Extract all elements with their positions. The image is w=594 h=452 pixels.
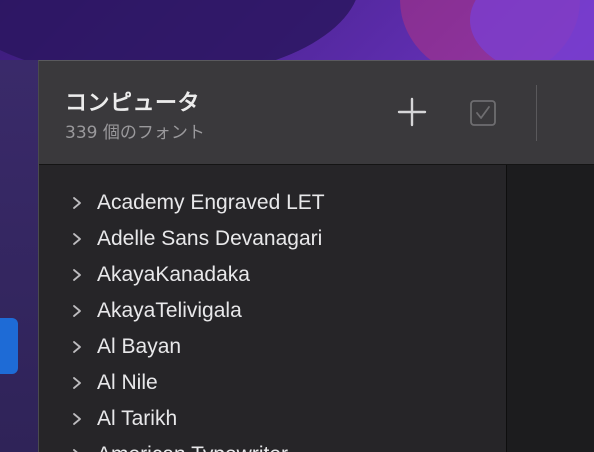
font-family-row[interactable]: AkayaTelivigala — [39, 293, 506, 329]
font-family-name: Al Tarikh — [97, 407, 178, 430]
chevron-right-icon[interactable] — [72, 412, 82, 426]
font-list: Academy Engraved LET Adelle Sans Devanag… — [39, 185, 506, 452]
toolbar-divider — [536, 85, 537, 141]
background-window — [0, 60, 38, 452]
font-family-row[interactable]: American Typewriter — [39, 437, 506, 452]
collection-title: コンピュータ — [65, 91, 201, 116]
font-family-row[interactable]: Al Bayan — [39, 329, 506, 365]
chevron-right-icon[interactable] — [72, 232, 82, 246]
chevron-right-icon[interactable] — [72, 376, 82, 390]
font-family-row[interactable]: Al Tarikh — [39, 401, 506, 437]
font-family-row[interactable]: Academy Engraved LET — [39, 185, 506, 221]
font-family-name: American Typewriter — [97, 443, 288, 452]
toolbar: コンピュータ 339 個のフォント — [39, 61, 594, 165]
font-family-name: AkayaTelivigala — [97, 299, 242, 322]
validate-fonts-button[interactable] — [469, 99, 497, 127]
chevron-right-icon[interactable] — [72, 196, 82, 210]
font-family-name: AkayaKanadaka — [97, 263, 250, 286]
font-book-window: コンピュータ 339 個のフォント Academy Engraved LET A… — [38, 60, 594, 452]
font-family-name: Adelle Sans Devanagari — [97, 227, 323, 250]
chevron-right-icon[interactable] — [72, 268, 82, 282]
font-list-pane: Academy Engraved LET Adelle Sans Devanag… — [39, 165, 507, 452]
add-font-button[interactable] — [395, 95, 429, 129]
chevron-right-icon[interactable] — [72, 304, 82, 318]
font-family-name: Academy Engraved LET — [97, 191, 325, 214]
chevron-right-icon[interactable] — [72, 448, 82, 452]
font-family-name: Al Bayan — [97, 335, 182, 358]
checkbox-check-icon — [470, 100, 496, 126]
font-count: 339 個のフォント — [65, 123, 205, 143]
font-preview-pane — [507, 165, 594, 452]
font-family-row[interactable]: Al Nile — [39, 365, 506, 401]
chevron-right-icon[interactable] — [72, 340, 82, 354]
font-family-row[interactable]: Adelle Sans Devanagari — [39, 221, 506, 257]
background-window-selection — [0, 318, 18, 374]
font-family-name: Al Nile — [97, 371, 158, 394]
plus-icon — [397, 97, 427, 127]
font-family-row[interactable]: AkayaKanadaka — [39, 257, 506, 293]
